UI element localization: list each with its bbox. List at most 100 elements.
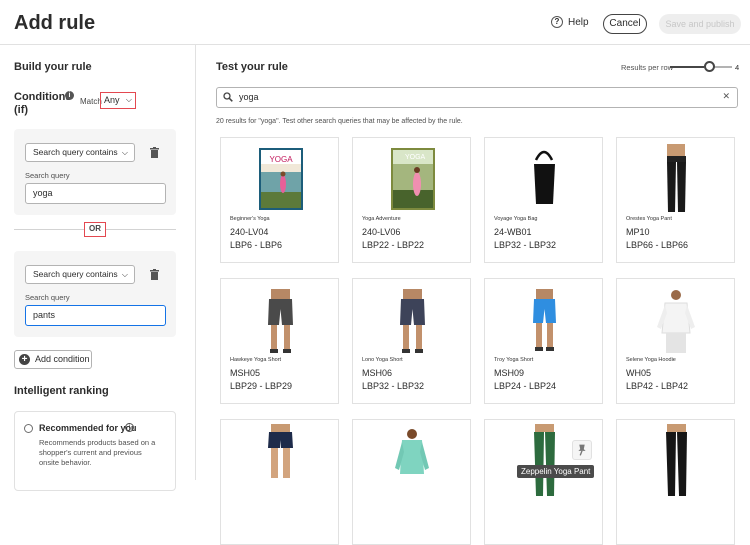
product-image: YOGA xyxy=(353,142,472,214)
product-price: LBP42 - LBP42 xyxy=(626,381,689,391)
product-image xyxy=(353,283,472,355)
or-badge: OR xyxy=(84,222,106,237)
product-grid: YOGA Beginner's Yoga 240-LV04 LBP6 - LBP6 YO… xyxy=(220,137,740,545)
clear-icon[interactable]: ✕ xyxy=(722,91,730,102)
slider-fill xyxy=(670,66,705,68)
product-sku: MSH05 xyxy=(230,368,261,378)
product-card[interactable]: Lono Yoga Short MSH06 LBP32 - LBP32 xyxy=(352,278,471,404)
product-price: LBP29 - LBP29 xyxy=(230,381,293,391)
product-name: Lono Yoga Short xyxy=(362,357,403,363)
test-search-field[interactable]: yoga ✕ xyxy=(216,87,738,108)
product-sku: 240-LV04 xyxy=(230,227,269,237)
product-image xyxy=(221,283,340,355)
product-image xyxy=(617,142,736,214)
product-tooltip: Zeppelin Yoga Pant xyxy=(517,465,595,478)
product-price: LBP32 - LBP32 xyxy=(494,240,557,250)
search-query-input[interactable]: yoga xyxy=(25,183,166,204)
intelligent-ranking-heading: Intelligent ranking xyxy=(14,385,109,397)
product-card[interactable] xyxy=(220,419,339,545)
search-icon xyxy=(223,92,233,102)
condition-card: Search query contains ⌵ Search query yog… xyxy=(14,129,176,215)
trash-icon[interactable] xyxy=(150,147,159,158)
search-query-label: Search query xyxy=(25,293,70,302)
product-image xyxy=(353,424,472,496)
product-name: Hawkeye Yoga Short xyxy=(230,357,282,363)
svg-text:YOGA: YOGA xyxy=(269,155,293,164)
product-name: Selene Yoga Hoodie xyxy=(626,357,676,363)
build-rule-heading: Build your rule xyxy=(14,61,92,73)
product-card[interactable]: Selene Yoga Hoodie WH05 LBP42 - LBP42 xyxy=(616,278,735,404)
results-summary: 20 results for "yoga". Test other search… xyxy=(216,118,463,125)
product-sku: WH05 xyxy=(626,368,652,378)
product-sku: MSH09 xyxy=(494,368,525,378)
product-name: Voyage Yoga Bag xyxy=(494,216,538,222)
build-rule-panel: Build your rule Conditions (if) i Match … xyxy=(0,45,196,491)
recommended-description: Recommends products based on a shopper's… xyxy=(39,438,156,467)
product-name: Troy Yoga Short xyxy=(494,357,534,363)
info-icon[interactable]: i xyxy=(65,91,74,100)
plus-icon: + xyxy=(19,354,30,365)
product-image xyxy=(617,424,736,496)
product-image xyxy=(221,424,340,496)
slider-thumb[interactable] xyxy=(704,61,715,72)
add-condition-button[interactable]: + Add condition xyxy=(14,350,92,369)
search-query-input[interactable]: pants xyxy=(25,305,166,326)
product-image xyxy=(617,283,736,355)
help-icon: ? xyxy=(551,16,563,28)
help-link[interactable]: ? Help xyxy=(551,16,589,28)
chevron-down-icon: ⌵ xyxy=(121,148,128,157)
product-card[interactable] xyxy=(616,419,735,545)
product-sku: MP10 xyxy=(626,227,650,237)
product-card[interactable]: YOGA Beginner's Yoga 240-LV04 LBP6 - LBP6 xyxy=(220,137,339,263)
product-sku: 24-WB01 xyxy=(494,227,532,237)
conditions-label: Conditions (if) xyxy=(14,91,72,116)
product-card[interactable]: YOGA Yoga Adventure 240-LV06 LBP22 - LBP22 xyxy=(352,137,471,263)
recommended-option[interactable]: Recommended for you i Recommends product… xyxy=(14,411,176,491)
product-card[interactable] xyxy=(352,419,471,545)
page-title: Add rule xyxy=(14,12,96,34)
cancel-button[interactable]: Cancel xyxy=(603,14,647,34)
product-card[interactable]: Hawkeye Yoga Short MSH05 LBP29 - LBP29 xyxy=(220,278,339,404)
condition-type-value: Search query contains xyxy=(33,147,118,157)
top-bar: Add rule ? Help Cancel Save and publish xyxy=(0,0,750,45)
product-image xyxy=(485,283,604,355)
search-query-label: Search query xyxy=(25,171,70,180)
info-icon[interactable]: i xyxy=(125,423,134,432)
condition-type-select[interactable]: Search query contains ⌵ xyxy=(25,143,135,162)
pin-icon[interactable] xyxy=(572,440,592,460)
product-name: Orestes Yoga Pant xyxy=(626,216,672,222)
product-image xyxy=(485,142,604,214)
product-price: LBP24 - LBP24 xyxy=(494,381,557,391)
test-rule-panel: Test your rule Results per row 4 yoga ✕ … xyxy=(197,45,750,545)
product-card[interactable]: Zeppelin Yoga Pant xyxy=(484,419,603,545)
search-input[interactable]: yoga xyxy=(239,92,259,102)
results-per-row-slider[interactable] xyxy=(670,66,732,68)
results-per-row-value: 4 xyxy=(735,63,740,72)
product-sku: MSH06 xyxy=(362,368,393,378)
match-select[interactable]: Any ⌵ xyxy=(100,92,136,109)
product-name: Yoga Adventure xyxy=(362,216,401,222)
test-rule-heading: Test your rule xyxy=(216,61,288,73)
product-card[interactable]: Troy Yoga Short MSH09 LBP24 - LBP24 xyxy=(484,278,603,404)
help-label: Help xyxy=(568,16,589,28)
trash-icon[interactable] xyxy=(150,269,159,280)
chevron-down-icon: ⌵ xyxy=(121,270,128,279)
match-label: Match xyxy=(80,97,102,106)
product-image: YOGA xyxy=(221,142,340,214)
product-card[interactable]: Voyage Yoga Bag 24-WB01 LBP32 - LBP32 xyxy=(484,137,603,263)
condition-card: Search query contains ⌵ Search query pan… xyxy=(14,251,176,337)
product-name: Beginner's Yoga xyxy=(230,216,270,222)
condition-type-select[interactable]: Search query contains ⌵ xyxy=(25,265,135,284)
add-condition-label: Add condition xyxy=(35,354,90,364)
product-sku: 240-LV06 xyxy=(362,227,401,237)
svg-text:YOGA: YOGA xyxy=(405,154,426,161)
results-per-row-label: Results per row xyxy=(621,63,674,72)
product-card[interactable]: Orestes Yoga Pant MP10 LBP66 - LBP66 xyxy=(616,137,735,263)
save-and-publish-button[interactable]: Save and publish xyxy=(659,14,741,34)
recommended-title: Recommended for you xyxy=(39,423,137,433)
product-price: LBP66 - LBP66 xyxy=(626,240,689,250)
recommended-radio[interactable] xyxy=(24,424,33,433)
condition-type-value: Search query contains xyxy=(33,269,118,279)
product-price: LBP22 - LBP22 xyxy=(362,240,425,250)
match-value: Any xyxy=(104,95,120,105)
